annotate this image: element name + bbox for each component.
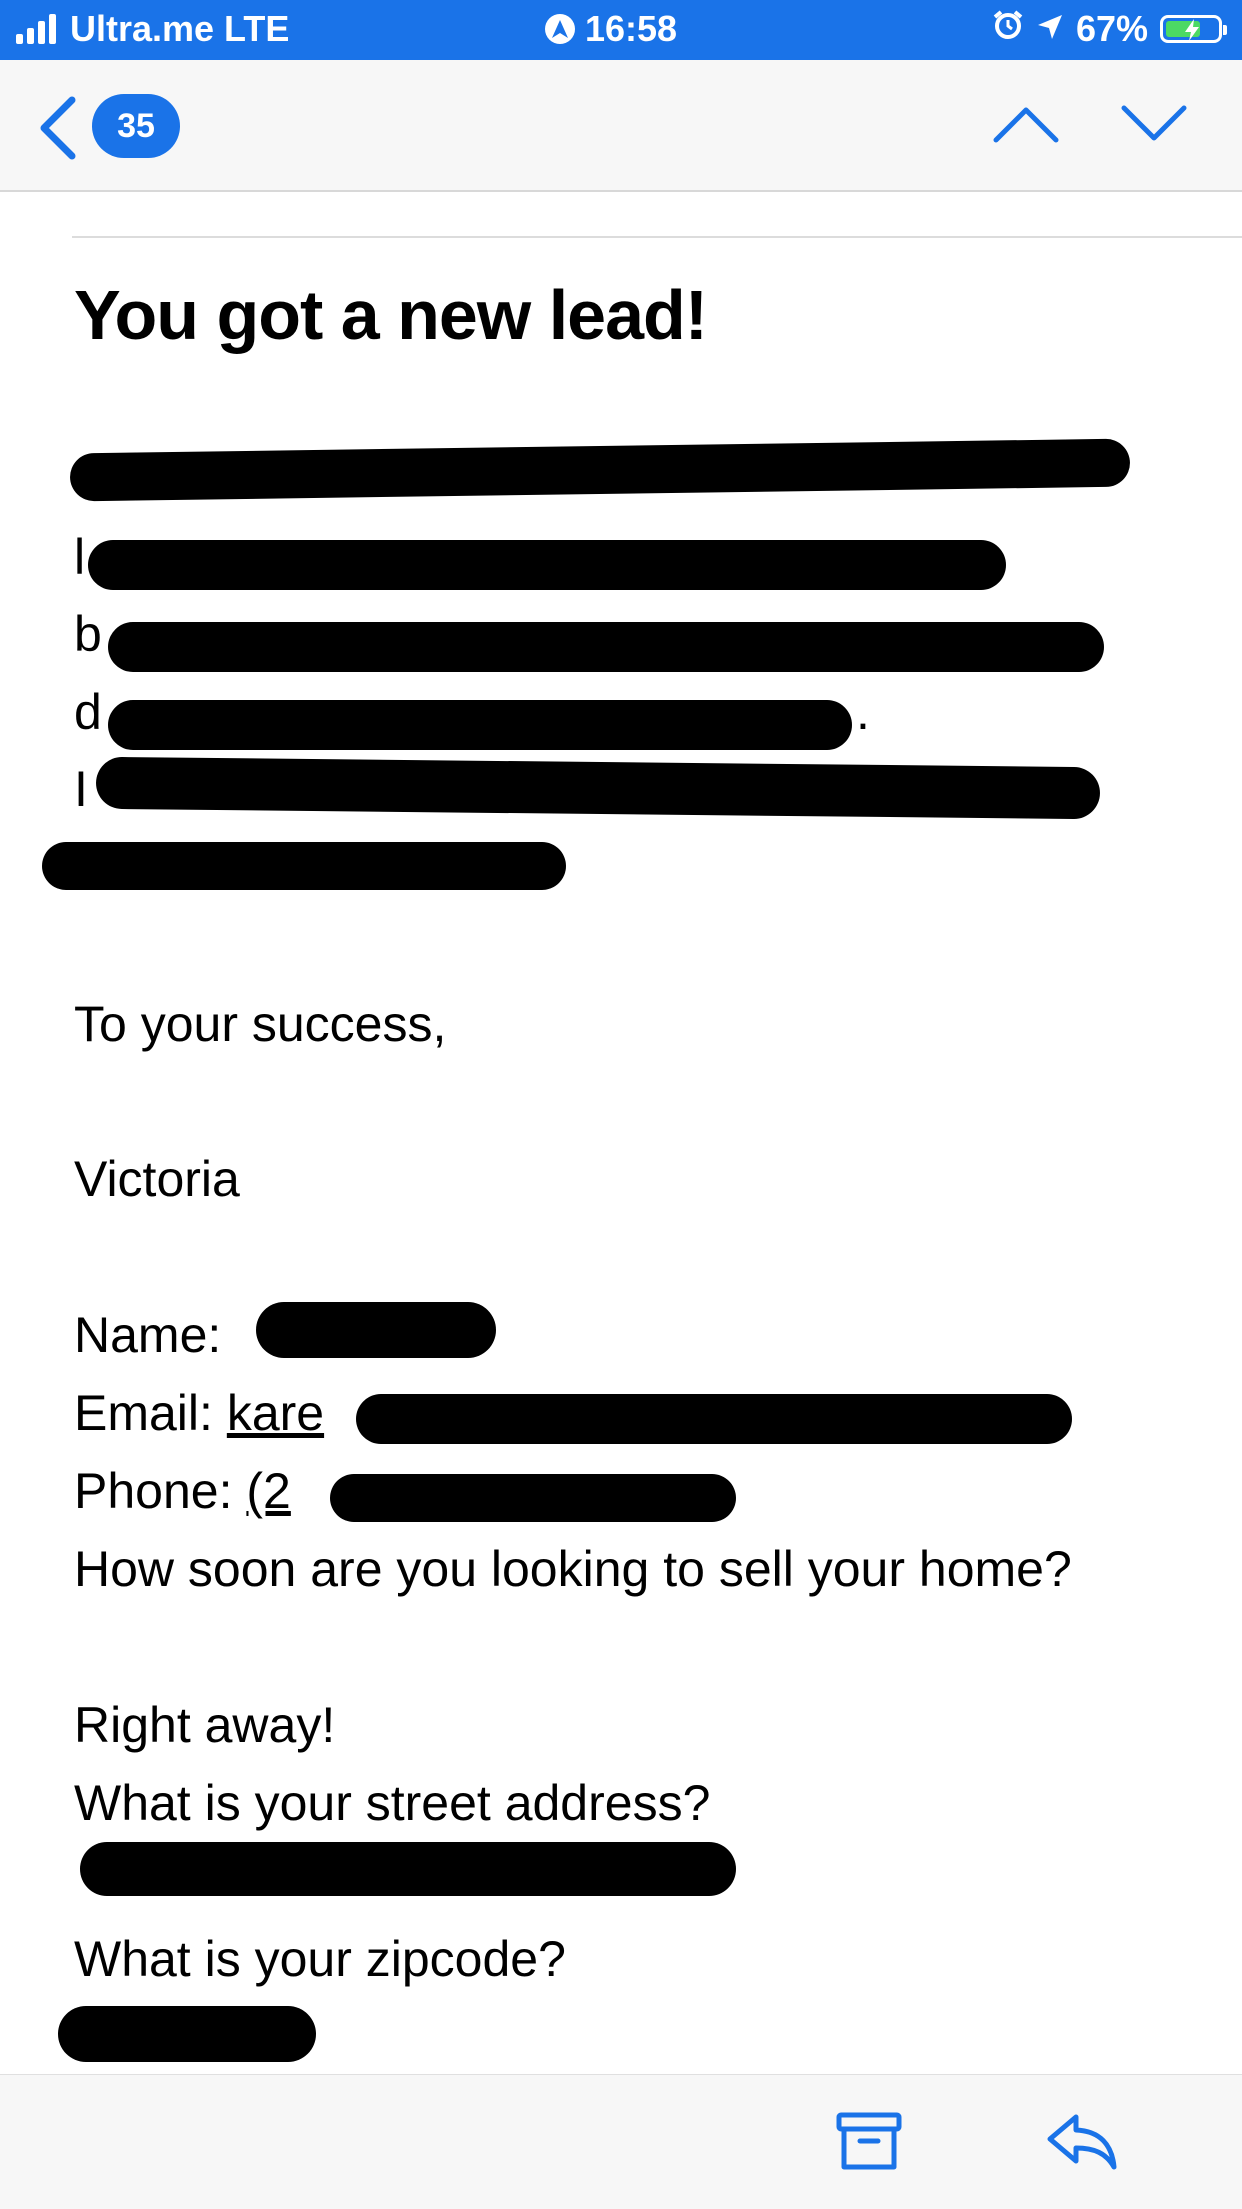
chevron-up-icon [993,107,1059,143]
mail-nav-bar: 35 [0,60,1242,192]
signature: Victoria [74,1151,240,1207]
previous-message-button[interactable] [990,100,1062,153]
clock-time: 16:58 [585,8,678,49]
header-divider [72,236,1242,238]
email-link[interactable]: kare [227,1385,324,1441]
reply-button[interactable] [1046,2111,1118,2178]
lead-email-row: Email: kare [74,1374,324,1452]
body-fragment: l [74,529,86,585]
name-label: Name: [74,1307,222,1363]
body-fragment: d [74,684,102,740]
redaction-mark [330,1474,736,1522]
carrier-label: Ultra.me LTE [70,8,290,49]
email-title: You got a new lead! [74,276,708,354]
email-body: You got a new lead! [74,270,1174,360]
body-fragment: . [856,684,870,740]
status-left: Ultra.me LTE [16,8,289,50]
archive-button[interactable] [836,2111,902,2178]
phone-label: Phone: [74,1463,233,1519]
redaction-mark [42,842,566,890]
location-arrow-icon [1036,8,1064,50]
unread-count-badge[interactable]: 35 [92,94,180,158]
chevron-left-icon [40,96,76,160]
chevron-down-icon [1121,105,1187,141]
body-fragment: b [74,606,102,662]
redaction-mark [108,622,1104,672]
lead-name-row: Name: [74,1296,221,1374]
zipcode-question: What is your zipcode? [74,1931,566,1987]
redaction-mark [95,756,1101,820]
email-label: Email: [74,1385,213,1441]
bottom-toolbar [0,2074,1242,2209]
archive-icon [836,2112,902,2170]
redaction-mark [108,700,852,750]
body-fragment: I [74,761,88,817]
reply-icon [1047,2114,1117,2170]
status-center: 16:58 [545,8,677,50]
navigation-icon [545,14,575,44]
status-bar: Ultra.me LTE 16:58 67% [0,0,1242,60]
signal-icon [16,14,56,44]
back-button[interactable] [36,94,80,167]
phone-link[interactable]: (2 [246,1463,290,1519]
redaction-mark [69,438,1131,502]
closing-line: To your success, [74,996,447,1052]
redaction-mark [256,1302,496,1358]
redaction-mark [58,2006,316,2062]
lead-phone-row: Phone: (2 [74,1452,291,1530]
redaction-mark [356,1394,1072,1444]
battery-icon [1160,15,1227,43]
sell-answer: Right away! [74,1697,336,1753]
status-right: 67% [992,8,1227,50]
next-message-button[interactable] [1118,100,1190,153]
redaction-mark [80,1842,736,1896]
battery-percentage: 67% [1075,8,1148,49]
alarm-icon [992,8,1024,50]
sell-question: How soon are you looking to sell your ho… [74,1541,1072,1597]
address-question: What is your street address? [74,1775,711,1831]
redaction-mark [88,540,1006,590]
